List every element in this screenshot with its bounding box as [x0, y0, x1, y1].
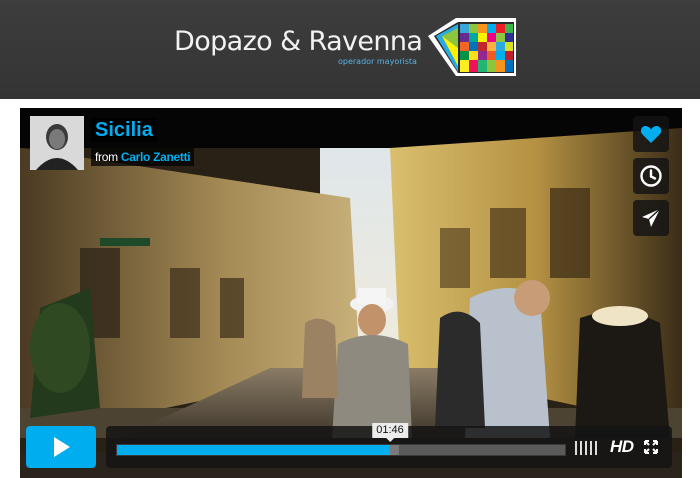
video-byline: from Carlo Zanetti: [91, 148, 195, 166]
byline-prefix: from: [95, 150, 118, 164]
current-time-tooltip: 01:46: [372, 423, 408, 442]
owner-link[interactable]: Carlo Zanetti: [121, 150, 191, 164]
author-avatar[interactable]: [30, 116, 84, 170]
share-button[interactable]: [633, 200, 669, 236]
like-button[interactable]: [633, 116, 669, 152]
video-title[interactable]: Sicilia: [91, 118, 157, 142]
volume-bar: [590, 441, 592, 455]
control-bar: 01:46 HD: [106, 423, 672, 468]
site-header: Dopazo & Ravenna operador mayorista: [0, 0, 700, 99]
paper-plane-icon: [642, 208, 661, 227]
progress-played: [117, 445, 390, 455]
volume-bar: [585, 441, 587, 455]
clock-icon: [640, 165, 662, 187]
watch-later-button[interactable]: [633, 158, 669, 194]
play-icon: [54, 437, 70, 457]
volume-bar: [595, 441, 597, 455]
video-player[interactable]: Sicilia from Carlo Zanetti 01:46 HD: [20, 108, 682, 478]
diamond-logo-icon: [428, 18, 516, 76]
heart-icon: [640, 126, 662, 143]
brand-name: Dopazo & Ravenna: [174, 26, 423, 57]
hd-toggle[interactable]: HD: [610, 437, 634, 457]
player-controls: 01:46 HD: [20, 423, 682, 478]
brand-tagline: operador mayorista: [338, 57, 417, 66]
volume-bar: [580, 441, 582, 455]
progress-bar[interactable]: 01:46: [116, 423, 566, 456]
volume-bar: [575, 441, 577, 455]
play-button[interactable]: [26, 426, 96, 468]
user-avatar-icon: [30, 116, 84, 170]
volume-bars-icon[interactable]: [575, 441, 601, 455]
fullscreen-icon[interactable]: [644, 440, 658, 454]
